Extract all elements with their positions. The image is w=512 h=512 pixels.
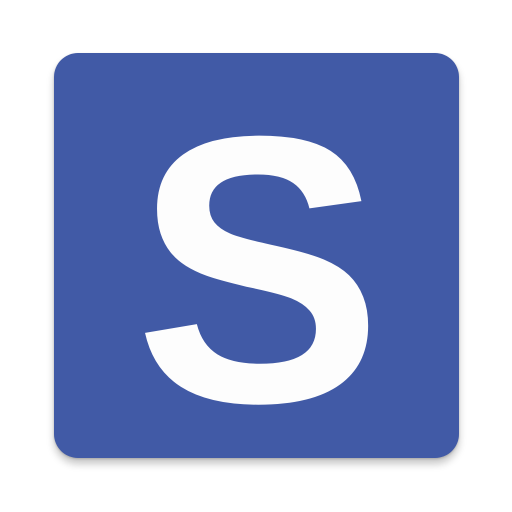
icon-canvas: S xyxy=(0,0,512,512)
app-icon-letter: S xyxy=(134,56,383,458)
app-icon-tile[interactable]: S xyxy=(54,53,459,458)
